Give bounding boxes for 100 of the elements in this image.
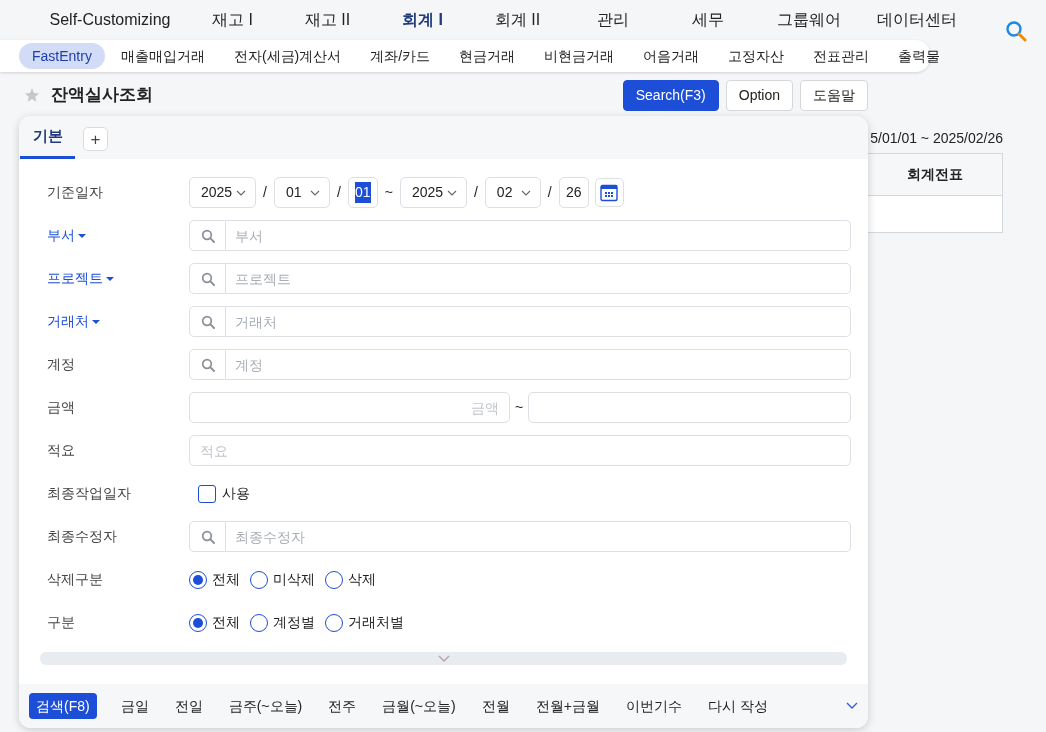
top-menu-item[interactable]: 그룹웨어 xyxy=(755,8,863,32)
sub-menu-tab[interactable]: 고정자산 xyxy=(715,43,798,69)
panel-tab[interactable]: 기본 xyxy=(20,116,75,159)
lookup-search-button[interactable] xyxy=(189,306,226,337)
field-label[interactable]: 부서 xyxy=(47,225,75,246)
checkbox[interactable] xyxy=(198,484,216,503)
field-label: 계정 xyxy=(47,355,75,374)
search-icon xyxy=(200,357,215,372)
search-icon[interactable] xyxy=(1005,20,1027,42)
separator-text: / xyxy=(262,183,268,202)
chevron-down-icon xyxy=(236,189,246,196)
dropdown-caret-icon[interactable] xyxy=(92,319,100,324)
sub-menu-tab[interactable]: FastEntry xyxy=(19,43,105,69)
top-menu-item[interactable]: Self-Customizing xyxy=(35,8,185,32)
date-range-text: 5/01/01 ~ 2025/02/26 xyxy=(869,129,1003,148)
field-label: 삭제구분 xyxy=(47,570,103,589)
amount-field[interactable]: 금액 xyxy=(189,392,510,423)
separator-text: ~ xyxy=(383,183,394,202)
top-menu-item[interactable]: 세무 xyxy=(660,8,755,32)
toolbar-button[interactable]: Option xyxy=(725,79,793,111)
field-label[interactable]: 프로젝트 xyxy=(47,268,103,289)
month-select[interactable]: 01 xyxy=(273,177,330,208)
period-button[interactable]: 전월+금월 xyxy=(523,693,612,719)
field-label: 구분 xyxy=(47,613,75,632)
period-button[interactable]: 전일 xyxy=(162,693,215,719)
page-title: 잔액실사조회 xyxy=(51,84,153,107)
sub-menu-tab[interactable]: 현금거래 xyxy=(446,43,529,69)
field-label: 금액 xyxy=(47,398,75,417)
checkbox-label: 사용 xyxy=(222,484,250,503)
top-menu-item[interactable]: 관리 xyxy=(565,8,660,32)
lookup-search-button[interactable] xyxy=(189,263,226,294)
field-label[interactable]: 거래처 xyxy=(47,311,89,332)
radio-button[interactable] xyxy=(325,570,343,589)
radio-button[interactable] xyxy=(250,570,268,589)
radio-button[interactable] xyxy=(325,613,343,632)
period-button[interactable]: 금월(~오늘) xyxy=(370,693,468,719)
lookup-field[interactable]: 최종수정자 xyxy=(226,521,851,552)
period-button[interactable]: 다시 작성 xyxy=(695,693,780,719)
add-tab-button[interactable]: + xyxy=(83,127,108,151)
radio-button[interactable] xyxy=(189,570,207,589)
field-label: 기준일자 xyxy=(47,183,103,202)
chevron-down-icon xyxy=(520,189,531,196)
amount-field[interactable] xyxy=(528,392,851,423)
year-select[interactable]: 2025 xyxy=(189,177,256,208)
period-button[interactable]: 이번기수 xyxy=(613,693,694,719)
separator-text: / xyxy=(546,183,553,202)
period-button[interactable]: 전주 xyxy=(316,693,369,719)
search-icon xyxy=(200,314,215,329)
day-input[interactable]: 01 xyxy=(347,177,378,208)
day-input[interactable]: 26 xyxy=(558,177,589,208)
dropdown-caret-icon[interactable] xyxy=(106,276,114,281)
calendar-icon xyxy=(600,183,619,202)
sub-menu-tab[interactable]: 비현금거래 xyxy=(531,43,628,69)
sub-menu-tab[interactable]: 출력물 xyxy=(885,43,954,69)
field-label: 적요 xyxy=(47,441,75,460)
top-menu-item[interactable]: 회계 I xyxy=(375,8,470,32)
top-menu-item[interactable]: 재고 II xyxy=(280,8,375,32)
lookup-search-button[interactable] xyxy=(189,220,226,251)
top-menu-item[interactable]: 재고 I xyxy=(185,8,280,32)
sub-menu-tab[interactable]: 전자(세금)계산서 xyxy=(220,43,355,69)
lookup-search-button[interactable] xyxy=(189,521,226,552)
column-header: 회계전표 xyxy=(906,165,964,184)
radio-label: 계정별 xyxy=(273,613,315,632)
year-select[interactable]: 2025 xyxy=(399,177,467,208)
lookup-field[interactable]: 부서 xyxy=(226,220,851,251)
lookup-field[interactable]: 프로젝트 xyxy=(226,263,851,294)
field-label: 최종작업일자 xyxy=(47,484,131,503)
separator-text: ~ xyxy=(514,398,525,417)
dropdown-caret-icon[interactable] xyxy=(78,233,86,238)
search-button[interactable]: 검색(F8) xyxy=(29,693,97,719)
radio-label: 전체 xyxy=(212,570,240,589)
radio-button[interactable] xyxy=(250,613,268,632)
period-button[interactable]: 금일 xyxy=(108,693,161,719)
sub-menu-tab[interactable]: 전표관리 xyxy=(800,43,883,69)
calendar-button[interactable] xyxy=(594,178,624,207)
chevron-down-icon xyxy=(309,189,320,196)
lookup-field[interactable]: 거래처 xyxy=(226,306,851,337)
sub-menu-tab[interactable]: 매출매입거래 xyxy=(107,43,218,69)
text-field[interactable]: 적요 xyxy=(189,435,851,466)
month-select[interactable]: 02 xyxy=(484,177,541,208)
radio-label: 미삭제 xyxy=(273,570,315,589)
chevron-down-icon[interactable] xyxy=(846,702,858,710)
separator-text: / xyxy=(335,183,342,202)
period-button[interactable]: 금주(~오늘) xyxy=(216,693,315,719)
separator-text: / xyxy=(472,183,479,202)
radio-label: 삭제 xyxy=(348,570,376,589)
sub-menu-tab[interactable]: 어음거래 xyxy=(630,43,713,69)
top-menu-item[interactable]: 데이터센터 xyxy=(863,8,971,32)
toolbar-button[interactable]: 도움말 xyxy=(800,79,868,111)
lookup-field[interactable]: 계정 xyxy=(226,349,851,380)
top-menu-item[interactable]: 회계 II xyxy=(470,8,565,32)
sub-menu-tab[interactable]: 계좌/카드 xyxy=(357,43,444,69)
lookup-search-button[interactable] xyxy=(189,349,226,380)
star-icon[interactable] xyxy=(24,87,40,103)
search-icon xyxy=(200,271,215,286)
search-button[interactable]: Search(F3) xyxy=(622,79,719,111)
radio-label: 거래처별 xyxy=(348,613,404,632)
field-label: 최종수정자 xyxy=(47,527,117,546)
period-button[interactable]: 전월 xyxy=(469,693,522,719)
radio-button[interactable] xyxy=(189,613,207,632)
